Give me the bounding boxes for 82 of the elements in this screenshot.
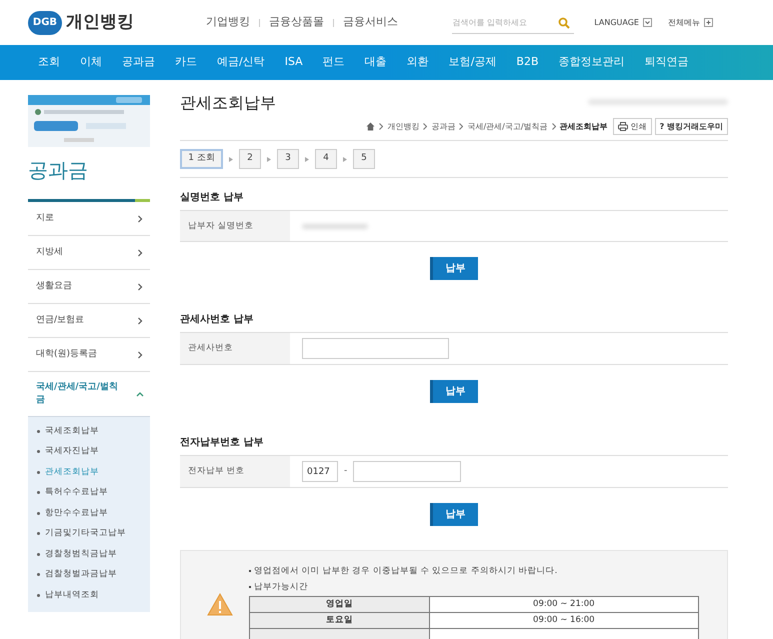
sidebar-item-label: 국세/관세/국고/벌칙금 — [36, 381, 119, 407]
breadcrumb-item[interactable]: 개인뱅킹 — [387, 120, 420, 132]
breadcrumb-item[interactable]: 공과금 — [431, 120, 456, 132]
nav-item[interactable]: 대출 — [364, 54, 387, 71]
sidebar-item-label: 연금/보험료 — [36, 314, 84, 327]
pay-button[interactable]: 납부 — [430, 503, 478, 526]
field-label: 납부자 실명번호 — [180, 211, 290, 241]
step-arrow-icon — [229, 156, 233, 162]
sidebar-item-label: 대학(원)등록금 — [36, 348, 98, 361]
pay-button[interactable]: 납부 — [430, 257, 478, 280]
sidebar-item[interactable]: 대학(원)등록금 — [28, 338, 150, 372]
section-title: 전자납부번호 납부 — [180, 436, 264, 450]
chevron-right-icon — [423, 123, 428, 130]
section-title: 실명번호 납부 — [180, 191, 244, 205]
section-title: 관세사번호 납부 — [180, 313, 254, 327]
table-cell: 09:00 ~ 16:00 — [429, 612, 698, 628]
nav-item[interactable]: 이체 — [80, 54, 102, 71]
step-arrow-icon — [343, 156, 347, 162]
help-button[interactable]: ? 뱅킹거래도우미 — [654, 118, 728, 135]
sidebar-item-label: 생활요금 — [36, 280, 72, 293]
sidebar-item[interactable]: 생활요금 — [28, 270, 150, 304]
dropdown-icon[interactable] — [643, 18, 652, 27]
submenu-item[interactable]: 경찰청범칙금납부 — [28, 544, 150, 564]
plus-icon[interactable] — [704, 18, 713, 27]
separator: - — [344, 464, 348, 478]
sidebar-item-label: 지로 — [36, 212, 54, 225]
field-label: 전자납부 번호 — [180, 456, 290, 487]
input-field[interactable] — [302, 338, 449, 359]
submenu-item[interactable]: 항만수수료납부 — [28, 503, 150, 524]
warning-icon — [207, 593, 233, 617]
submenu-item[interactable]: 국세조회납부 — [28, 421, 150, 442]
step-indicator: 4 — [315, 149, 337, 169]
step-arrow-icon — [267, 156, 271, 162]
language-menu[interactable]: LANGUAGE — [594, 16, 639, 28]
nav-item[interactable]: 예금/신탁 — [217, 54, 265, 71]
table-cell: 영업일 — [250, 596, 430, 612]
nav-item[interactable]: ISA — [284, 54, 303, 71]
field-label: 관세사번호 — [180, 333, 290, 364]
nav-item[interactable]: 공과금 — [122, 54, 155, 71]
logo-text: 개인뱅킹 — [66, 10, 134, 34]
sidebar-item[interactable]: 국세/관세/국고/벌칙금 — [28, 372, 150, 416]
table-cell: 09:00 ~ 21:00 — [429, 596, 698, 612]
top-link[interactable]: 금융서비스 — [343, 14, 398, 31]
breadcrumb-item[interactable]: 국세/관세/국고/벌칙금 — [467, 120, 548, 132]
chevron-right-icon — [379, 123, 384, 130]
nav-item[interactable]: 카드 — [175, 54, 197, 71]
submenu-item[interactable]: 특허수수료납부 — [28, 482, 150, 503]
page-title: 관세조회납부 — [180, 92, 276, 114]
step-arrow-icon — [305, 156, 309, 162]
all-menu-link[interactable]: 전체메뉴 — [668, 16, 700, 28]
step-indicator: 1 조회 — [180, 149, 223, 169]
breadcrumb-item: 관세조회납부 — [560, 120, 608, 132]
submenu-item[interactable]: 검찰청벌과금납부 — [28, 564, 150, 585]
chevron-right-icon — [459, 123, 464, 130]
step-indicator: 5 — [353, 149, 375, 169]
sidebar-item[interactable]: 연금/보험료 — [28, 304, 150, 338]
pay-button[interactable]: 납부 — [430, 380, 478, 403]
print-button[interactable]: 인쇄 — [612, 118, 652, 135]
home-icon[interactable] — [366, 122, 376, 131]
notice-text: 영업점에서 이미 납부한 경우 이중납부될 수 있으므로 주의하시기 바랍니다. — [254, 564, 558, 578]
submenu-item[interactable]: 납부내역조회 — [28, 585, 150, 606]
prefix-field[interactable]: 0127 — [302, 461, 338, 482]
input-field[interactable] — [353, 461, 462, 482]
search-field[interactable]: 검색어를 입력하세요 — [452, 12, 574, 34]
nav-item[interactable]: 펀드 — [322, 54, 345, 71]
sidebar-title: 공과금 — [28, 157, 89, 184]
submenu-item[interactable]: 기금및기타국고납부 — [28, 524, 150, 544]
top-link[interactable]: 금융상품몰 — [269, 14, 324, 31]
logo-mark[interactable]: DGB — [28, 10, 62, 34]
notice-text: 납부가능시간 — [254, 580, 308, 594]
printer-icon — [618, 122, 628, 131]
sidebar-item[interactable]: 지방세 — [28, 236, 150, 270]
nav-item[interactable]: 조회 — [38, 54, 60, 71]
step-indicator: 3 — [277, 149, 299, 169]
table-cell: 토요일 — [250, 612, 430, 628]
top-link[interactable]: 기업뱅킹 — [206, 14, 250, 31]
chevron-right-icon — [552, 123, 556, 130]
step-indicator: 2 — [239, 149, 261, 169]
masked-value — [302, 224, 368, 228]
sidebar-item-label: 지방세 — [36, 246, 63, 259]
submenu-item[interactable]: 국세자진납부 — [28, 442, 150, 462]
sidebar-item[interactable]: 지로 — [28, 202, 150, 236]
